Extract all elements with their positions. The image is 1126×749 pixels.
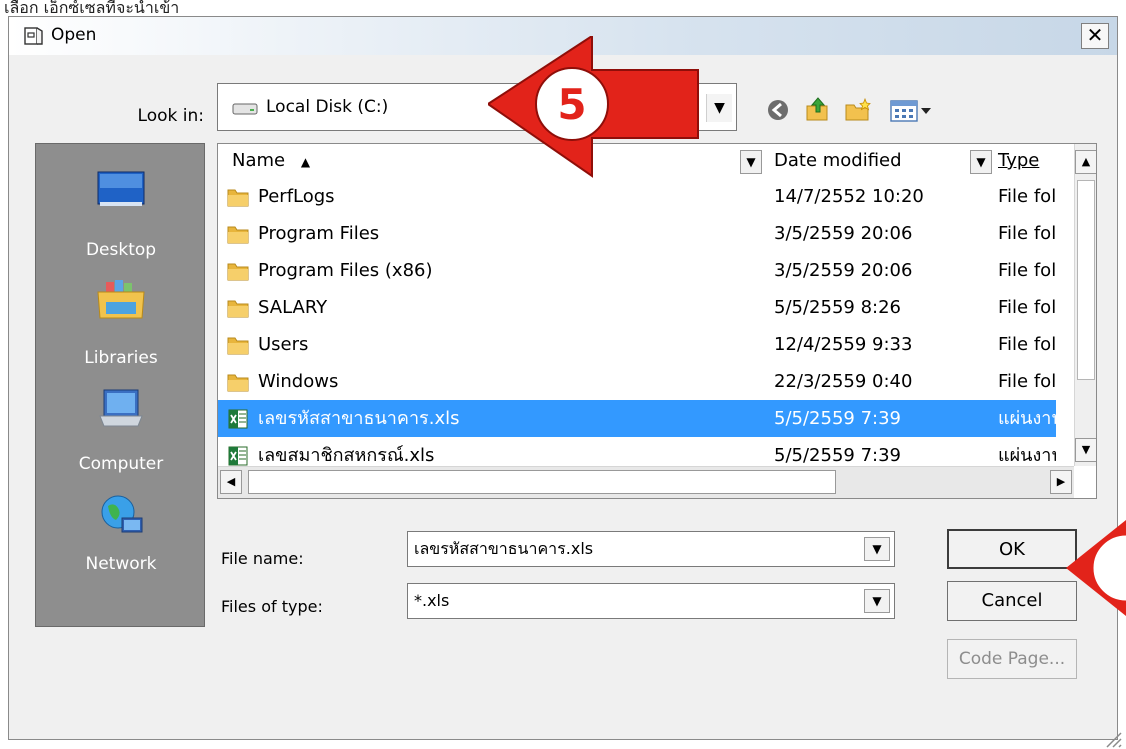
file-date-cell: 3/5/2559 20:06 bbox=[774, 223, 913, 244]
file-list: Name ▲ ▼ Date modified ▼ Type PerfLogs 14… bbox=[217, 143, 1097, 499]
file-date-cell: 5/5/2559 8:26 bbox=[774, 297, 901, 318]
column-name-label: Name bbox=[232, 150, 286, 171]
file-name-label: File name: bbox=[221, 549, 304, 568]
sort-up-icon: ▲ bbox=[300, 155, 311, 169]
page-caption: เลือก เอ็กซ์เซลที่จะนำเข้า bbox=[0, 0, 1126, 14]
file-row[interactable]: Windows 22/3/2559 0:40 File fol bbox=[218, 363, 1056, 400]
folder-icon bbox=[227, 337, 249, 355]
place-libraries[interactable]: Libraries bbox=[36, 262, 206, 372]
file-row[interactable]: เลขรหัสสาขาธนาคาร.xls 5/5/2559 7:39 แผ่นงา… bbox=[218, 400, 1056, 437]
chevron-down-icon[interactable]: ▼ bbox=[706, 94, 732, 122]
file-row[interactable]: Program Files 3/5/2559 20:06 File fol bbox=[218, 215, 1056, 252]
step-number: 5 bbox=[557, 80, 586, 129]
chevron-down-icon[interactable]: ▼ bbox=[864, 537, 890, 561]
file-name-cell: Users bbox=[258, 334, 309, 355]
file-name-cell: SALARY bbox=[258, 297, 328, 318]
file-type-cell: File fol bbox=[998, 223, 1056, 244]
file-type-label: Files of type: bbox=[221, 597, 323, 616]
file-name-cell: Windows bbox=[258, 371, 339, 392]
file-type-cell: File fol bbox=[998, 260, 1056, 281]
excel-file-icon bbox=[228, 409, 248, 429]
folder-icon bbox=[227, 300, 249, 318]
back-icon[interactable] bbox=[763, 96, 793, 124]
folder-icon bbox=[227, 374, 249, 392]
code-page-button[interactable]: Code Page... bbox=[947, 639, 1077, 679]
resize-grip-icon[interactable] bbox=[1099, 725, 1123, 749]
new-folder-icon[interactable] bbox=[843, 96, 873, 124]
libraries-icon bbox=[97, 280, 145, 319]
file-name-cell: Program Files (x86) bbox=[258, 260, 433, 281]
places-bar: Desktop Libraries Computer Network bbox=[35, 143, 205, 627]
column-header-type[interactable]: Type bbox=[998, 144, 1074, 178]
excel-file-icon bbox=[228, 446, 248, 466]
file-name-field[interactable]: เลขรหัสสาขาธนาคาร.xls ▼ bbox=[407, 531, 895, 567]
scroll-thumb[interactable] bbox=[1077, 180, 1095, 380]
network-icon bbox=[101, 495, 143, 533]
drive-icon bbox=[232, 103, 258, 115]
place-label: Network bbox=[85, 554, 157, 574]
file-date-cell: 3/5/2559 20:06 bbox=[774, 260, 913, 281]
file-row[interactable]: Users 12/4/2559 9:33 File fol bbox=[218, 326, 1056, 363]
column-filter-arrow-icon[interactable]: ▼ bbox=[740, 150, 762, 174]
file-type-cell: File fol bbox=[998, 186, 1056, 207]
file-type-dropdown[interactable]: *.xls ▼ bbox=[407, 583, 895, 619]
dialog-title: Open bbox=[51, 25, 97, 45]
file-type-cell: File fol bbox=[998, 297, 1056, 318]
place-label: Desktop bbox=[85, 240, 157, 260]
look-in-value: Local Disk (C:) bbox=[266, 97, 389, 117]
chevron-down-icon[interactable]: ▼ bbox=[864, 589, 890, 613]
computer-icon bbox=[99, 389, 143, 427]
horizontal-scrollbar[interactable]: ◀ ▶ bbox=[218, 466, 1074, 498]
column-filter-arrow-icon[interactable]: ▼ bbox=[970, 150, 992, 174]
folder-icon bbox=[227, 226, 249, 244]
scroll-up-icon[interactable]: ▲ bbox=[1075, 150, 1096, 174]
file-date-cell: 5/5/2559 7:39 bbox=[774, 408, 901, 429]
file-type-cell: แผ่นงาน bbox=[998, 408, 1056, 429]
desktop-icon bbox=[97, 171, 145, 206]
place-computer[interactable]: Computer bbox=[36, 372, 206, 482]
file-type-value: *.xls bbox=[414, 591, 450, 610]
file-type-cell: File fol bbox=[998, 371, 1056, 392]
close-button[interactable]: ✕ bbox=[1081, 23, 1109, 49]
file-row[interactable]: Program Files (x86) 3/5/2559 20:06 File fo… bbox=[218, 252, 1056, 289]
file-name-cell: Program Files bbox=[258, 223, 380, 244]
folder-icon bbox=[227, 189, 249, 207]
folder-icon bbox=[227, 263, 249, 281]
file-name-cell: เลขรหัสสาขาธนาคาร.xls bbox=[258, 408, 460, 429]
file-date-cell: 14/7/2552 10:20 bbox=[774, 186, 924, 207]
place-label: Computer bbox=[78, 454, 164, 474]
place-label: Libraries bbox=[84, 348, 158, 368]
scroll-thumb[interactable] bbox=[248, 470, 836, 494]
file-row[interactable]: SALARY 5/5/2559 8:26 File fol bbox=[218, 289, 1056, 326]
open-folder-icon bbox=[24, 27, 43, 45]
place-network[interactable]: Network bbox=[36, 480, 206, 590]
file-rows: PerfLogs 14/7/2552 10:20 File fol Program F… bbox=[218, 178, 1074, 466]
file-date-cell: 12/4/2559 9:33 bbox=[774, 334, 913, 355]
view-menu-icon[interactable] bbox=[889, 96, 935, 124]
file-date-cell: 22/3/2559 0:40 bbox=[774, 371, 913, 392]
ok-button[interactable]: OK bbox=[947, 529, 1077, 569]
step-arrow-annotation-partial bbox=[1066, 520, 1126, 616]
place-desktop[interactable]: Desktop bbox=[36, 150, 206, 260]
column-header-date[interactable]: Date modified bbox=[774, 144, 974, 178]
scroll-right-icon[interactable]: ▶ bbox=[1050, 470, 1072, 494]
scroll-left-icon[interactable]: ◀ bbox=[220, 470, 242, 494]
up-folder-icon[interactable] bbox=[803, 96, 833, 124]
look-in-label: Look in: bbox=[137, 106, 204, 126]
scroll-down-icon[interactable]: ▼ bbox=[1075, 438, 1096, 462]
file-type-cell: File fol bbox=[998, 334, 1056, 355]
file-name-value: เลขรหัสสาขาธนาคาร.xls bbox=[414, 539, 594, 558]
step-arrow-annotation: 5 bbox=[488, 36, 699, 178]
cancel-button[interactable]: Cancel bbox=[947, 581, 1077, 621]
vertical-scrollbar[interactable]: ▲ ▼ bbox=[1074, 144, 1096, 466]
